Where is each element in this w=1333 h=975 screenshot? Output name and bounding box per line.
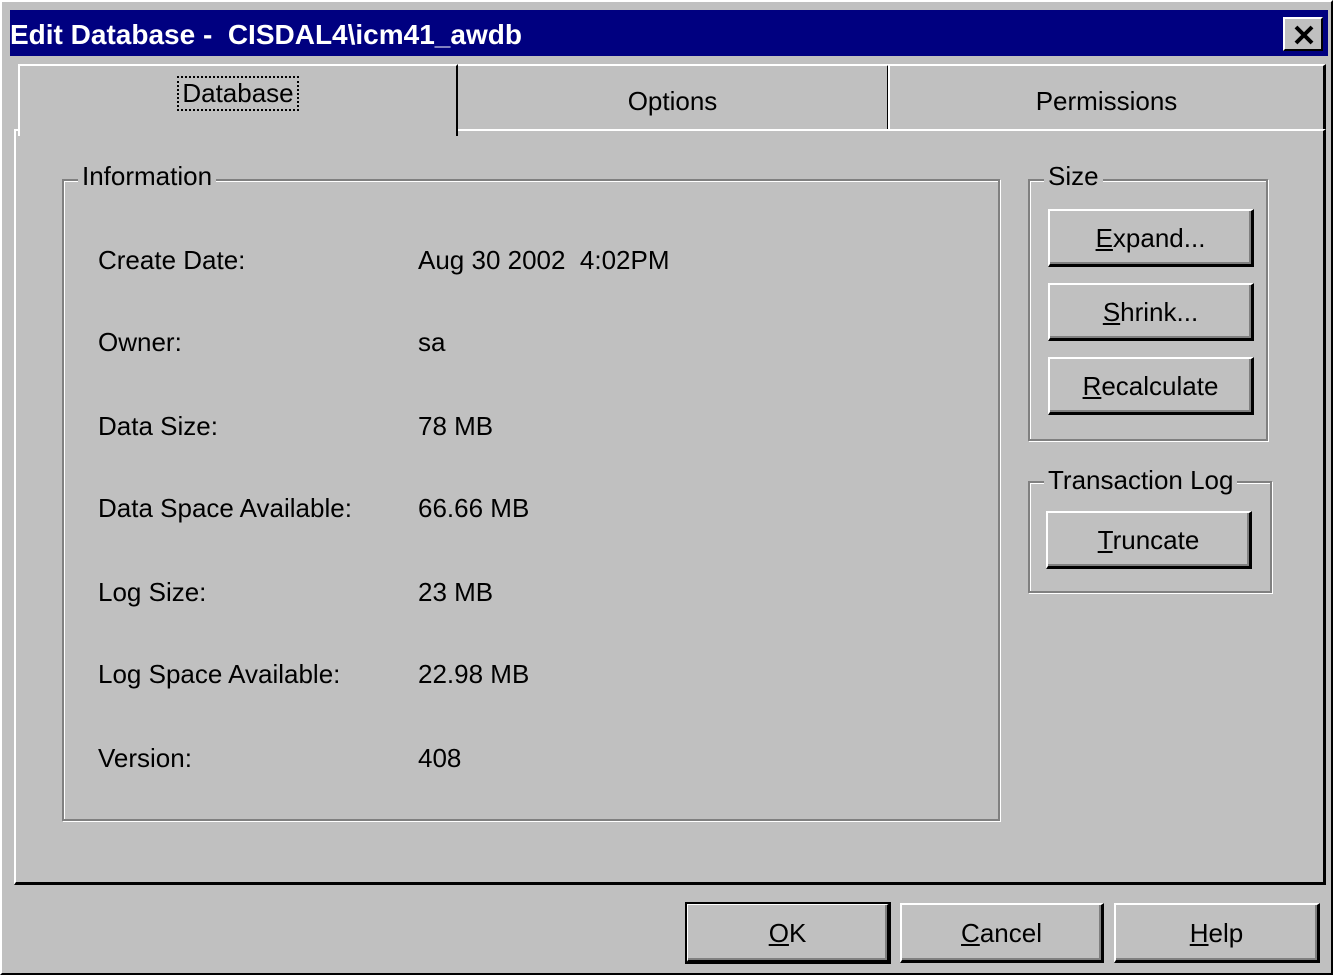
- data-size-value: 78 MB: [418, 411, 494, 441]
- log-size-value: 23 MB: [418, 577, 494, 607]
- help-label: elp: [1208, 917, 1244, 948]
- help-mnemonic: H: [1189, 917, 1209, 948]
- help-button[interactable]: Help: [1114, 903, 1320, 963]
- truncate-button[interactable]: Truncate: [1046, 511, 1252, 569]
- ok-button[interactable]: OK: [685, 902, 891, 964]
- recalculate-button[interactable]: Recalculate: [1048, 357, 1254, 415]
- close-button[interactable]: [1283, 17, 1323, 51]
- close-icon: [1294, 25, 1314, 45]
- truncate-mnemonic: T: [1097, 524, 1113, 555]
- tab-database[interactable]: Database: [18, 64, 458, 136]
- tab-options-label: Options: [627, 86, 718, 116]
- recalculate-label: ecalculate: [1101, 370, 1219, 401]
- version-value: 408: [418, 743, 462, 773]
- tab-database-label: Database: [177, 76, 299, 111]
- log-space-available-label: Log Space Available:: [98, 659, 341, 689]
- data-size-label: Data Size:: [98, 411, 218, 441]
- expand-button[interactable]: Expand...: [1048, 209, 1254, 267]
- recalculate-mnemonic: R: [1082, 370, 1102, 401]
- transaction-log-legend: Transaction Log: [1044, 465, 1238, 495]
- cancel-label: ancel: [979, 917, 1042, 948]
- truncate-label: runcate: [1112, 524, 1200, 555]
- shrink-mnemonic: S: [1102, 296, 1121, 327]
- tab-options[interactable]: Options: [456, 64, 890, 130]
- ok-mnemonic: O: [768, 917, 789, 948]
- data-space-available-label: Data Space Available:: [98, 493, 352, 523]
- shrink-button[interactable]: Shrink...: [1048, 283, 1254, 341]
- tab-panel-database: Information Create Date: Aug 30 2002 4:0…: [14, 129, 1326, 885]
- create-date-label: Create Date:: [98, 245, 246, 275]
- log-size-label: Log Size:: [98, 577, 207, 607]
- shrink-label: hrink...: [1120, 296, 1199, 327]
- size-legend: Size: [1044, 161, 1103, 191]
- tab-permissions[interactable]: Permissions: [888, 64, 1326, 130]
- owner-label: Owner:: [98, 327, 182, 357]
- information-legend: Information: [78, 161, 217, 191]
- cancel-button[interactable]: Cancel: [900, 903, 1104, 963]
- create-date-value: Aug 30 2002 4:02PM: [418, 245, 670, 275]
- owner-value: sa: [418, 327, 446, 357]
- version-label: Version:: [98, 743, 192, 773]
- log-space-available-value: 22.98 MB: [418, 659, 530, 689]
- expand-label: xpand...: [1112, 222, 1206, 253]
- ok-label: K: [788, 917, 807, 948]
- tab-permissions-label: Permissions: [1035, 86, 1178, 116]
- expand-mnemonic: E: [1095, 222, 1113, 253]
- data-space-available-value: 66.66 MB: [418, 493, 530, 523]
- cancel-mnemonic: C: [961, 917, 980, 948]
- window-title: Edit Database - CISDAL4\icm41_awdb: [10, 19, 522, 50]
